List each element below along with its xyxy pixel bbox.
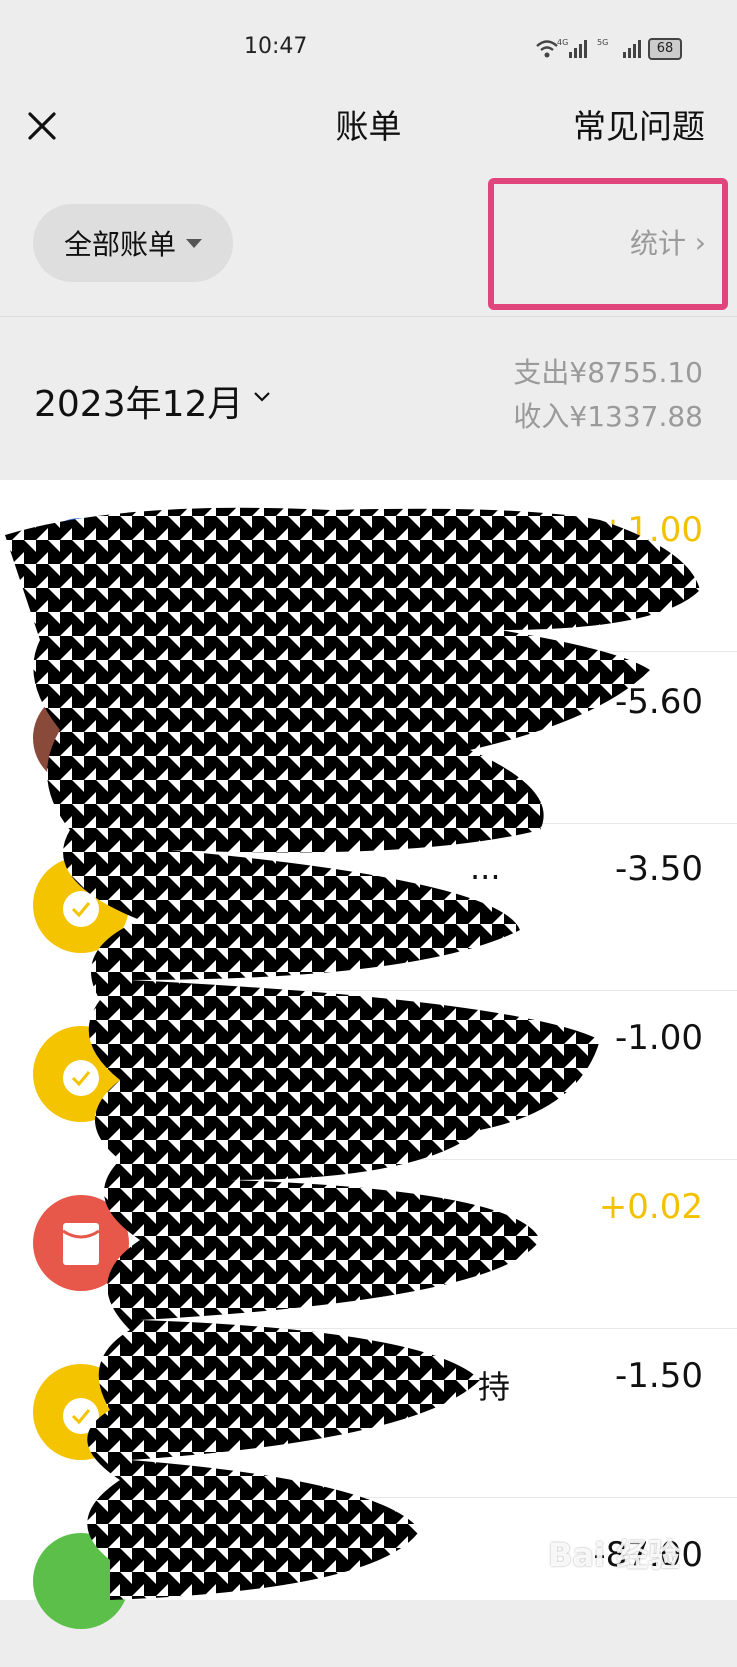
stats-highlight-box[interactable]: 统计 › [488, 178, 728, 310]
expense-total: 支出¥8755.10 [513, 356, 703, 389]
all-bills-dropdown[interactable]: 全部账单 [33, 204, 233, 282]
month-totals: 支出¥8755.10 收入¥1337.88 [513, 351, 703, 439]
list-item[interactable]: 12月20日 08:14 +1.00 [0, 480, 737, 652]
wifi-icon [536, 40, 558, 51]
money-bag-icon [33, 1026, 129, 1122]
status-bar: 10:47 4G 5G 68 [0, 0, 737, 96]
svg-text:5G: 5G [597, 38, 608, 47]
transaction-amount: -1.50 [615, 1356, 703, 1396]
battery-icon: 68 [648, 38, 682, 60]
svg-text:4G: 4G [557, 38, 568, 47]
list-item[interactable]: 12月19 +0.02 [0, 1157, 737, 1329]
game-avatar [33, 1533, 129, 1629]
transaction-date: 12月19 [165, 1252, 265, 1285]
watermark: Bai 经验 [548, 1536, 681, 1574]
money-bag-icon [33, 857, 129, 953]
month-header: 2023年12月 支出¥8755.10 收入¥1337.88 [0, 317, 737, 480]
transaction-list: 12月20日 08:14 +1.00 -5.60 ... 12 -3.50 扫 … [0, 480, 737, 1629]
list-item[interactable]: 持 1 -1.50 [0, 1326, 737, 1498]
chevron-down-icon[interactable] [252, 387, 272, 407]
status-time: 10:47 [244, 34, 308, 59]
money-bag-icon [33, 1364, 129, 1460]
transaction-amount: +1.00 [598, 510, 703, 550]
list-item[interactable]: -5.60 [0, 652, 737, 824]
transaction-amount: +0.02 [598, 1187, 703, 1227]
transaction-amount: -3.50 [615, 849, 703, 889]
transaction-title: 扫 [165, 1024, 198, 1062]
list-item[interactable]: ... 12 -3.50 [0, 819, 737, 991]
month-selector[interactable]: 2023年12月 [34, 375, 243, 427]
list-item[interactable]: 扫 -1.00 [0, 988, 737, 1160]
transaction-title: ... [470, 849, 501, 887]
income-total: 收入¥1337.88 [513, 400, 703, 433]
transaction-date: 12 [165, 909, 201, 942]
faq-link[interactable]: 常见问题 [573, 100, 705, 148]
transaction-amount: -1.00 [615, 1018, 703, 1058]
transaction-title: 持 [478, 1368, 511, 1406]
red-packet-icon [33, 1195, 129, 1291]
merchant-avatar [33, 690, 129, 786]
filter-row: 全部账单 统计 › [0, 174, 737, 316]
transaction-date: 1 [165, 1422, 183, 1455]
transaction-amount: -5.60 [615, 682, 703, 722]
app-avatar [33, 518, 129, 614]
chevron-right-icon: › [694, 226, 706, 259]
transaction-date: 12月20日 08:14 [165, 575, 382, 608]
stats-link[interactable]: 统计 [630, 222, 686, 262]
dropdown-triangle-icon [186, 238, 202, 248]
all-bills-label: 全部账单 [63, 228, 176, 261]
nav-bar: 账单 常见问题 [0, 96, 737, 174]
list-item[interactable]: -87.00 [0, 1495, 737, 1667]
